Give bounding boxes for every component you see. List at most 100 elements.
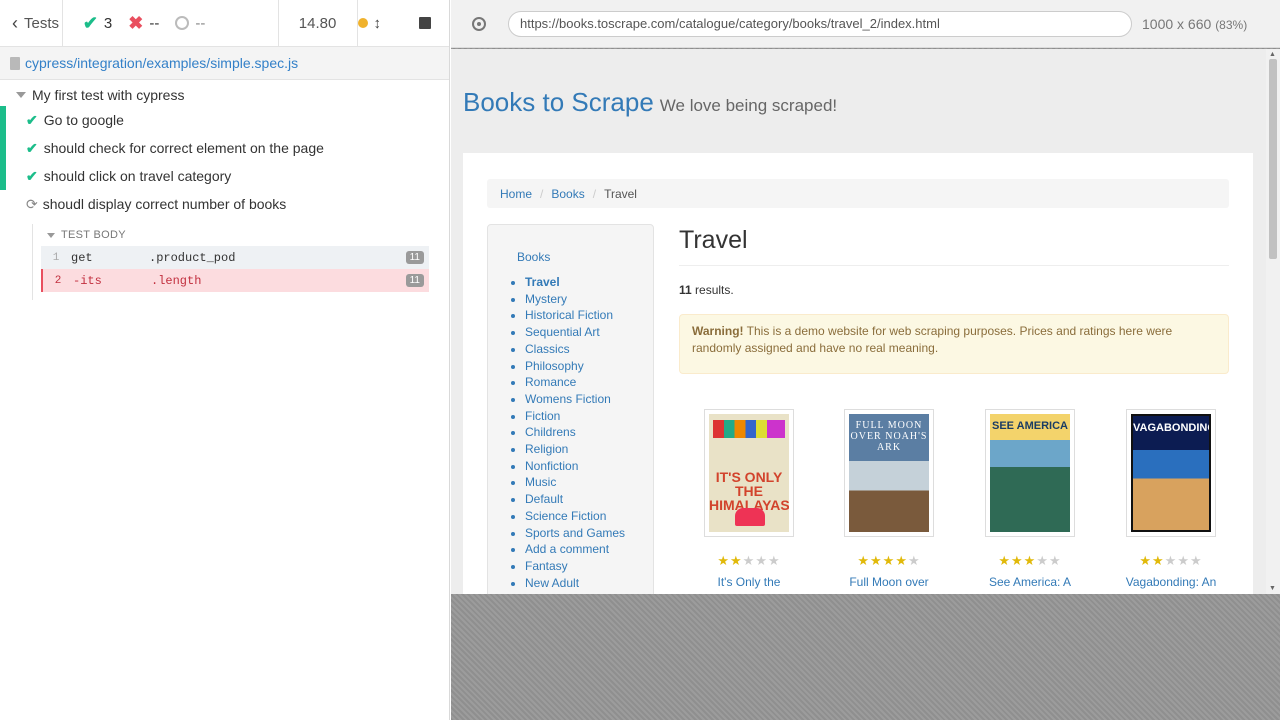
sidebar-root-link[interactable]: Books — [517, 250, 653, 264]
book-cover-image: IT'S ONLY THE HIMALAYAS — [709, 414, 789, 532]
sidebar-category-item[interactable]: Romance — [525, 374, 653, 391]
sidebar-category-item[interactable]: Fantasy — [525, 558, 653, 575]
star-icon: ★ — [882, 553, 896, 568]
sidebar-category-item[interactable]: Default — [525, 491, 653, 508]
element-count-badge: 11 — [405, 251, 424, 264]
stop-button[interactable] — [419, 17, 431, 29]
sidebar-category-item[interactable]: Science Fiction — [525, 508, 653, 525]
sidebar-category-item[interactable]: Sports and Games — [525, 525, 653, 542]
warning-text: This is a demo website for web scraping … — [692, 324, 1173, 355]
check-icon: ✔ — [82, 12, 98, 33]
sidebar-category-item[interactable]: Travel — [525, 274, 653, 291]
sidebar-category-item[interactable]: Mystery — [525, 291, 653, 308]
sidebar-category-item[interactable]: Philosophy — [525, 358, 653, 375]
caret-down-icon — [16, 92, 26, 98]
suite-title: My first test with cypress — [32, 87, 185, 103]
test-item[interactable]: ✔ should click on travel category — [0, 162, 449, 190]
star-icon: ★ — [1023, 553, 1037, 568]
book-title-link[interactable]: Full Moon over — [829, 575, 949, 589]
star-icon: ★ — [1048, 553, 1062, 568]
test-item[interactable]: ✔ should check for correct element on th… — [0, 134, 449, 162]
x-icon: ✖ — [128, 12, 144, 33]
book-cover[interactable]: SEE AMERICA — [985, 409, 1075, 537]
command-row[interactable]: 1 get .product_pod 11 — [41, 246, 429, 269]
book-cover[interactable]: IT'S ONLY THE HIMALAYAS — [704, 409, 794, 537]
page-container: Home / Books / Travel Books TravelMyster… — [463, 153, 1253, 594]
star-rating: ★★★★★ — [970, 553, 1090, 569]
command-name: -its — [73, 273, 102, 288]
product-pod: VAGABONDING ★★★★★ Vagabonding: An — [1111, 409, 1231, 589]
suite-title-row[interactable]: My first test with cypress — [0, 84, 449, 106]
star-icon: ★ — [870, 553, 883, 568]
sidebar-category-item[interactable]: Fiction — [525, 408, 653, 425]
pending-stat: -- — [175, 15, 205, 32]
sidebar-category-item[interactable]: Young Adult — [525, 591, 653, 594]
scrollbar-thumb[interactable] — [1269, 59, 1277, 259]
viewport-info[interactable]: 1000 x 660 (83%) — [1142, 16, 1247, 32]
caret-down-icon — [47, 232, 55, 238]
failed-count: -- — [149, 14, 160, 32]
passed-stat: ✔ 3 — [83, 13, 112, 34]
scroll-down-icon[interactable]: ▼ — [1269, 585, 1276, 592]
brand-link[interactable]: Books to Scrape — [463, 87, 654, 118]
check-icon: ✔ — [26, 167, 38, 184]
test-item[interactable]: ✔ Go to google — [0, 106, 449, 134]
product-pod: SEE AMERICA ★★★★★ See America: A — [970, 409, 1090, 589]
url-bar[interactable]: https://books.toscrape.com/catalogue/cat… — [508, 10, 1132, 37]
command-number: 1 — [52, 251, 60, 264]
main-content: Travel 11 results. Warning! This is a de… — [679, 224, 1229, 589]
sidebar-category-item[interactable]: New Adult — [525, 575, 653, 592]
star-icon: ★ — [1011, 553, 1024, 568]
url-text: https://books.toscrape.com/catalogue/cat… — [520, 16, 940, 31]
results-count: 11 results. — [679, 283, 734, 297]
star-icon: ★ — [755, 553, 768, 568]
tests-back-button[interactable]: ‹ Tests — [0, 0, 63, 47]
test-title: shoudl display correct number of books — [42, 196, 287, 212]
viewport-size: 1000 x 660 — [1142, 15, 1212, 32]
check-icon: ✔ — [26, 139, 38, 156]
test-item-running[interactable]: ⟳ shoudl display correct number of books — [0, 190, 449, 218]
star-icon: ★ — [1164, 553, 1178, 568]
selector-playground-icon[interactable] — [472, 16, 486, 31]
chevron-left-icon: ‹ — [12, 12, 18, 33]
cover-text: VAGABONDING — [1133, 422, 1211, 434]
book-title-link[interactable]: Vagabonding: An — [1111, 575, 1231, 589]
sidebar-category-item[interactable]: Childrens — [525, 424, 653, 441]
star-icon: ★ — [767, 553, 781, 568]
run-controls: ↕ — [357, 0, 450, 47]
sidebar-category-item[interactable]: Music — [525, 474, 653, 491]
sidebar-category-item[interactable]: Classics — [525, 341, 653, 358]
sidebar-category-item[interactable]: Add a comment — [525, 541, 653, 558]
star-icon: ★ — [1189, 553, 1203, 568]
sidebar-category-item[interactable]: Religion — [525, 441, 653, 458]
star-icon: ★ — [998, 553, 1012, 568]
star-icon: ★ — [730, 553, 743, 568]
sidebar-category-item[interactable]: Nonfiction — [525, 458, 653, 475]
test-body-header[interactable]: TEST BODY — [33, 224, 429, 246]
breadcrumb-home[interactable]: Home — [500, 187, 532, 201]
category-list: TravelMysteryHistorical FictionSequentia… — [517, 274, 653, 594]
aut-scrollbar[interactable]: ▲ ▼ — [1266, 49, 1280, 594]
stats-counts: ✔ 3 ✖ -- -- — [63, 0, 279, 47]
auto-scroll-toggle-icon[interactable]: ↕ — [374, 15, 382, 32]
sidebar-category-item[interactable]: Sequential Art — [525, 324, 653, 341]
test-suite: My first test with cypress ✔ Go to googl… — [0, 80, 449, 300]
breadcrumb-books[interactable]: Books — [551, 187, 584, 201]
product-pod: FULL MOON OVER NOAH'S ARK ★★★★★ Full Moo… — [829, 409, 949, 589]
scroll-up-icon[interactable]: ▲ — [1269, 51, 1276, 58]
star-rating: ★★★★★ — [1111, 553, 1231, 569]
test-title: should click on travel category — [43, 168, 232, 184]
sidebar-category-item[interactable]: Historical Fiction — [525, 307, 653, 324]
passed-count: 3 — [103, 14, 113, 32]
book-cover[interactable]: FULL MOON OVER NOAH'S ARK — [844, 409, 934, 537]
book-cover[interactable]: VAGABONDING — [1126, 409, 1216, 537]
tagline: We love being scraped! — [659, 96, 838, 115]
book-title-link[interactable]: It's Only the — [689, 575, 809, 589]
aut-header: https://books.toscrape.com/catalogue/cat… — [451, 0, 1280, 48]
book-title-link[interactable]: See America: A — [970, 575, 1090, 589]
spec-file-link[interactable]: cypress/integration/examples/simple.spec… — [25, 55, 298, 71]
star-icon: ★ — [742, 553, 756, 568]
command-row-failed[interactable]: 2 -its .length 11 — [41, 269, 429, 292]
sidebar-category-item[interactable]: Womens Fiction — [525, 391, 653, 408]
duration-stat: 14.80 — [279, 0, 358, 47]
